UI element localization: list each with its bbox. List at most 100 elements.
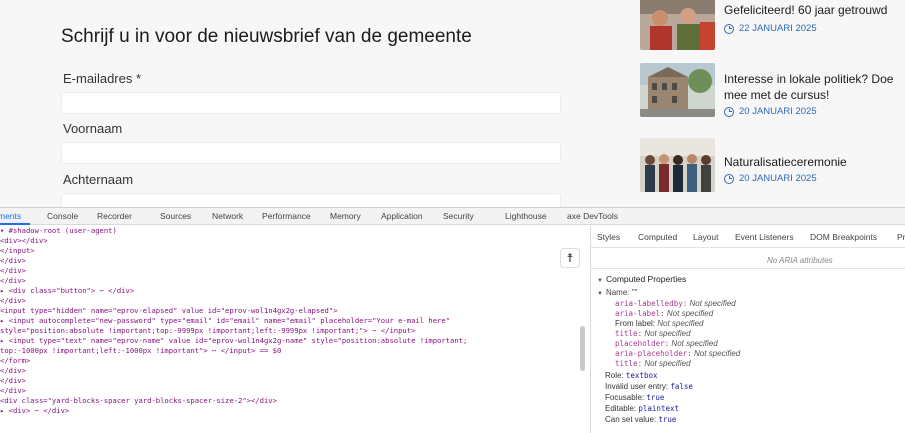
dom-line[interactable]: </div> xyxy=(0,376,26,386)
clock-icon xyxy=(724,173,734,184)
computed-properties-header[interactable]: ▼ Computed Properties xyxy=(597,274,686,284)
prop-row: From label: Not specified xyxy=(615,319,704,328)
tab-layout[interactable]: Layout xyxy=(693,232,719,242)
tab-console[interactable]: Console xyxy=(47,211,78,221)
dom-line[interactable]: ▸ <div> ⋯ </div> xyxy=(0,406,69,416)
dom-line[interactable]: ▾ #shadow-root (user-agent) xyxy=(0,226,117,236)
dom-line[interactable]: </form> xyxy=(0,356,30,366)
tab-performance[interactable]: Performance xyxy=(262,211,311,221)
news-date-text: 22 JANUARI 2025 xyxy=(739,23,817,34)
prop-value: Not specified xyxy=(666,309,714,318)
dom-line[interactable]: <div></div> xyxy=(0,236,48,246)
prop-value: Not specified xyxy=(644,329,691,338)
tab-application[interactable]: Application xyxy=(381,211,423,221)
firstname-label: Voornaam xyxy=(63,121,123,136)
news-title[interactable]: Naturalisatieceremonie xyxy=(724,154,904,170)
prop-key: Focusable: xyxy=(605,393,645,402)
accessibility-pane: Styles Computed Layout Event Listeners D… xyxy=(590,226,905,433)
dom-line[interactable]: </div> xyxy=(0,386,26,396)
tab-properties[interactable]: Pr xyxy=(897,232,905,242)
prop-value: Not specified xyxy=(694,349,741,358)
prop-value: Not specified xyxy=(657,319,704,328)
prop-value: Not specified xyxy=(689,299,736,308)
lastname-label: Achternaam xyxy=(63,172,134,187)
clock-icon xyxy=(724,23,734,34)
tab-security[interactable]: Security xyxy=(443,211,474,221)
prop-key: Role: xyxy=(605,371,624,380)
dom-scrollbar[interactable] xyxy=(580,326,585,371)
dom-line[interactable]: </input> xyxy=(0,246,35,256)
dom-line[interactable]: </div> xyxy=(0,266,26,276)
news-thumbnail[interactable] xyxy=(640,138,715,192)
dom-line[interactable]: </div> xyxy=(0,256,26,266)
email-field[interactable] xyxy=(61,92,561,114)
focusable-row: Focusable: true xyxy=(605,393,664,402)
prop-value: true xyxy=(646,393,665,402)
dom-tree[interactable]: ▾ #shadow-root (user-agent) <div></div> … xyxy=(0,226,588,433)
prop-key: aria-placeholder: xyxy=(615,349,692,358)
prop-key: From label: xyxy=(615,319,656,328)
prop-row: title: Not specified xyxy=(615,329,691,338)
invalid-row: Invalid user entry: false xyxy=(605,382,693,391)
news-thumbnail[interactable] xyxy=(640,0,715,50)
newsletter-form: Schrijf u in voor de nieuwsbrief van de … xyxy=(0,0,590,207)
dom-line[interactable]: top:-1000px !important;left:-1000px !imp… xyxy=(0,346,281,356)
no-aria-note: No ARIA attributes xyxy=(767,256,833,265)
expand-triangle-icon: ▼ xyxy=(597,278,603,284)
dom-line[interactable]: ▸ <input type="text" name="eprov-name" v… xyxy=(0,336,467,346)
prop-row: title: Not specified xyxy=(615,359,691,368)
prop-key: aria-label: xyxy=(615,309,665,318)
tab-elements[interactable]: ments xyxy=(0,211,21,221)
tab-sources[interactable]: Sources xyxy=(160,211,191,221)
prop-key: placeholder: xyxy=(615,339,670,348)
tab-dom-breakpoints[interactable]: DOM Breakpoints xyxy=(810,232,877,242)
lastname-field[interactable] xyxy=(61,193,561,207)
side-tabbar: Styles Computed Layout Event Listeners D… xyxy=(591,226,905,248)
dom-line[interactable]: </div> xyxy=(0,276,26,286)
prop-value: textbox xyxy=(625,371,658,380)
news-thumbnail[interactable] xyxy=(640,63,715,117)
prop-row: placeholder: Not specified xyxy=(615,339,718,348)
tab-memory[interactable]: Memory xyxy=(330,211,361,221)
form-title: Schrijf u in voor de nieuwsbrief van de … xyxy=(61,26,472,47)
dom-line[interactable]: ▸ <div class="button"> ⋯ </div> xyxy=(0,286,134,296)
dom-line[interactable]: <div class="yard-blocks-spacer yard-bloc… xyxy=(0,396,277,406)
prop-value: true xyxy=(658,415,677,424)
dom-line[interactable]: style="position:absolute !important;top:… xyxy=(0,326,415,336)
prop-key: Invalid user entry: xyxy=(605,382,669,391)
prop-row: aria-label: Not specified xyxy=(615,309,713,318)
tab-network[interactable]: Network xyxy=(212,211,243,221)
dom-line[interactable]: </div> xyxy=(0,296,26,306)
news-title[interactable]: Gefeliciteerd! 60 jaar getrouwd xyxy=(724,2,904,18)
active-tab-indicator xyxy=(0,223,30,225)
news-date: 20 JANUARI 2025 xyxy=(724,173,817,184)
tab-styles[interactable]: Styles xyxy=(597,232,620,242)
prop-row: aria-placeholder: Not specified xyxy=(615,349,740,358)
prop-row: aria-labelledby: Not specified xyxy=(615,299,736,308)
prop-value: false xyxy=(670,382,693,391)
prop-value: Not specified xyxy=(644,359,691,368)
news-date-text: 20 JANUARI 2025 xyxy=(739,106,817,117)
news-date: 20 JANUARI 2025 xyxy=(724,106,817,117)
divider xyxy=(591,268,905,269)
website-viewport: Schrijf u in voor de nieuwsbrief van de … xyxy=(0,0,905,207)
tab-axe-devtools[interactable]: axe DevTools xyxy=(567,211,618,221)
tab-event-listeners[interactable]: Event Listeners xyxy=(735,232,794,242)
news-title[interactable]: Interesse in lokale politiek? Doe mee me… xyxy=(724,71,904,103)
tab-recorder[interactable]: Recorder xyxy=(97,211,132,221)
prop-key: aria-labelledby: xyxy=(615,299,688,308)
accessibility-icon[interactable]: ☨ xyxy=(560,248,580,268)
name-row[interactable]: ▼ Name: "" xyxy=(597,288,637,297)
dom-line[interactable]: ▸ <input autocomplete="new-password" typ… xyxy=(0,316,450,326)
expand-triangle-icon: ▼ xyxy=(597,291,603,297)
email-label: E-mailadres * xyxy=(63,71,142,86)
tab-lighthouse[interactable]: Lighthouse xyxy=(505,211,547,221)
dom-line[interactable]: </div> xyxy=(0,366,26,376)
dom-line[interactable]: <input type="hidden" name="eprov-elapsed… xyxy=(0,306,338,316)
tab-computed[interactable]: Computed xyxy=(638,232,677,242)
news-date-text: 20 JANUARI 2025 xyxy=(739,173,817,184)
prop-value: plaintext xyxy=(638,404,680,413)
firstname-field[interactable] xyxy=(61,142,561,164)
news-sidebar: Gefeliciteerd! 60 jaar getrouwd 22 JANUA… xyxy=(635,0,905,207)
prop-value: Not specified xyxy=(671,339,718,348)
